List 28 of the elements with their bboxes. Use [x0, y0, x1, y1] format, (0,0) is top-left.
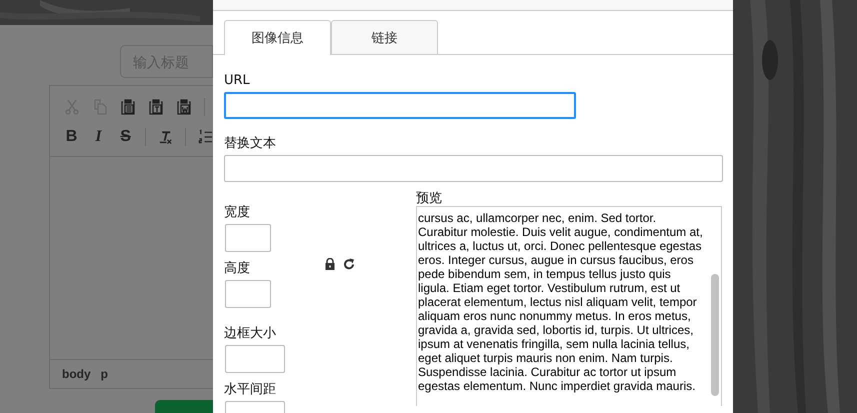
field-label: 水平间距 [224, 381, 276, 398]
field-label: 替换文本 [224, 135, 276, 152]
border-size-field[interactable] [225, 345, 285, 373]
width-field[interactable] [225, 224, 271, 252]
field-label: URL [224, 72, 250, 89]
clipboard-icon[interactable] [120, 99, 136, 115]
tab[interactable]: 链接 [331, 20, 438, 54]
format-button[interactable]: I [91, 128, 106, 146]
element-path-item[interactable]: body [62, 367, 91, 381]
tab[interactable]: 图像信息 [224, 20, 331, 55]
scrollbar-thumb[interactable] [711, 274, 719, 396]
clear-format-icon[interactable] [158, 129, 174, 145]
preview-text: cursus ac, ullamcorper nec, enim. Sed tortor. Curabitur molestie. Duis velit augue, condimentum at, ultrices a, luctus ut, orci. Donec pellentesque egestas eros. Integer cursus, augue in cursus faucibus, eros pede bibendum sem, in tempus tellus justo quis ligula. Etiam eget tortor. Vestibulum rutrum, est ut placerat elementum, lectus nisl aliquam velit, tempor aliquam eros nunc nonummy metus. In eros metus, gravida a, gravida sed, lobortis id, turpis. Ut ultrices, ipsum at venenatis fringilla, sem nulla lacinia tellus, eget aliquet turpis mauris non enim. Nam turpis. Suspendisse lacinia. Curabitur ac tortor ut ipsum egestas elementum. Nunc imperdiet gravida mauris. [418, 211, 704, 393]
url-field[interactable] [224, 92, 576, 119]
clipboard-word-icon[interactable] [176, 99, 192, 115]
field-label: 边框大小 [224, 325, 276, 342]
field-label: 预览 [416, 192, 443, 206]
numbered-list-icon[interactable] [198, 129, 213, 145]
format-button[interactable]: S [118, 128, 134, 146]
format-button[interactable]: B [64, 128, 80, 146]
alt-text-field[interactable] [224, 155, 723, 182]
reset-icon[interactable] [343, 258, 355, 270]
field-label: 宽度 [224, 204, 250, 221]
lock-icon[interactable] [324, 258, 336, 270]
clipboard-text-icon[interactable] [148, 99, 164, 115]
height-field[interactable] [225, 280, 271, 308]
element-path-item[interactable]: p [100, 367, 108, 381]
field-label: 高度 [224, 260, 250, 277]
